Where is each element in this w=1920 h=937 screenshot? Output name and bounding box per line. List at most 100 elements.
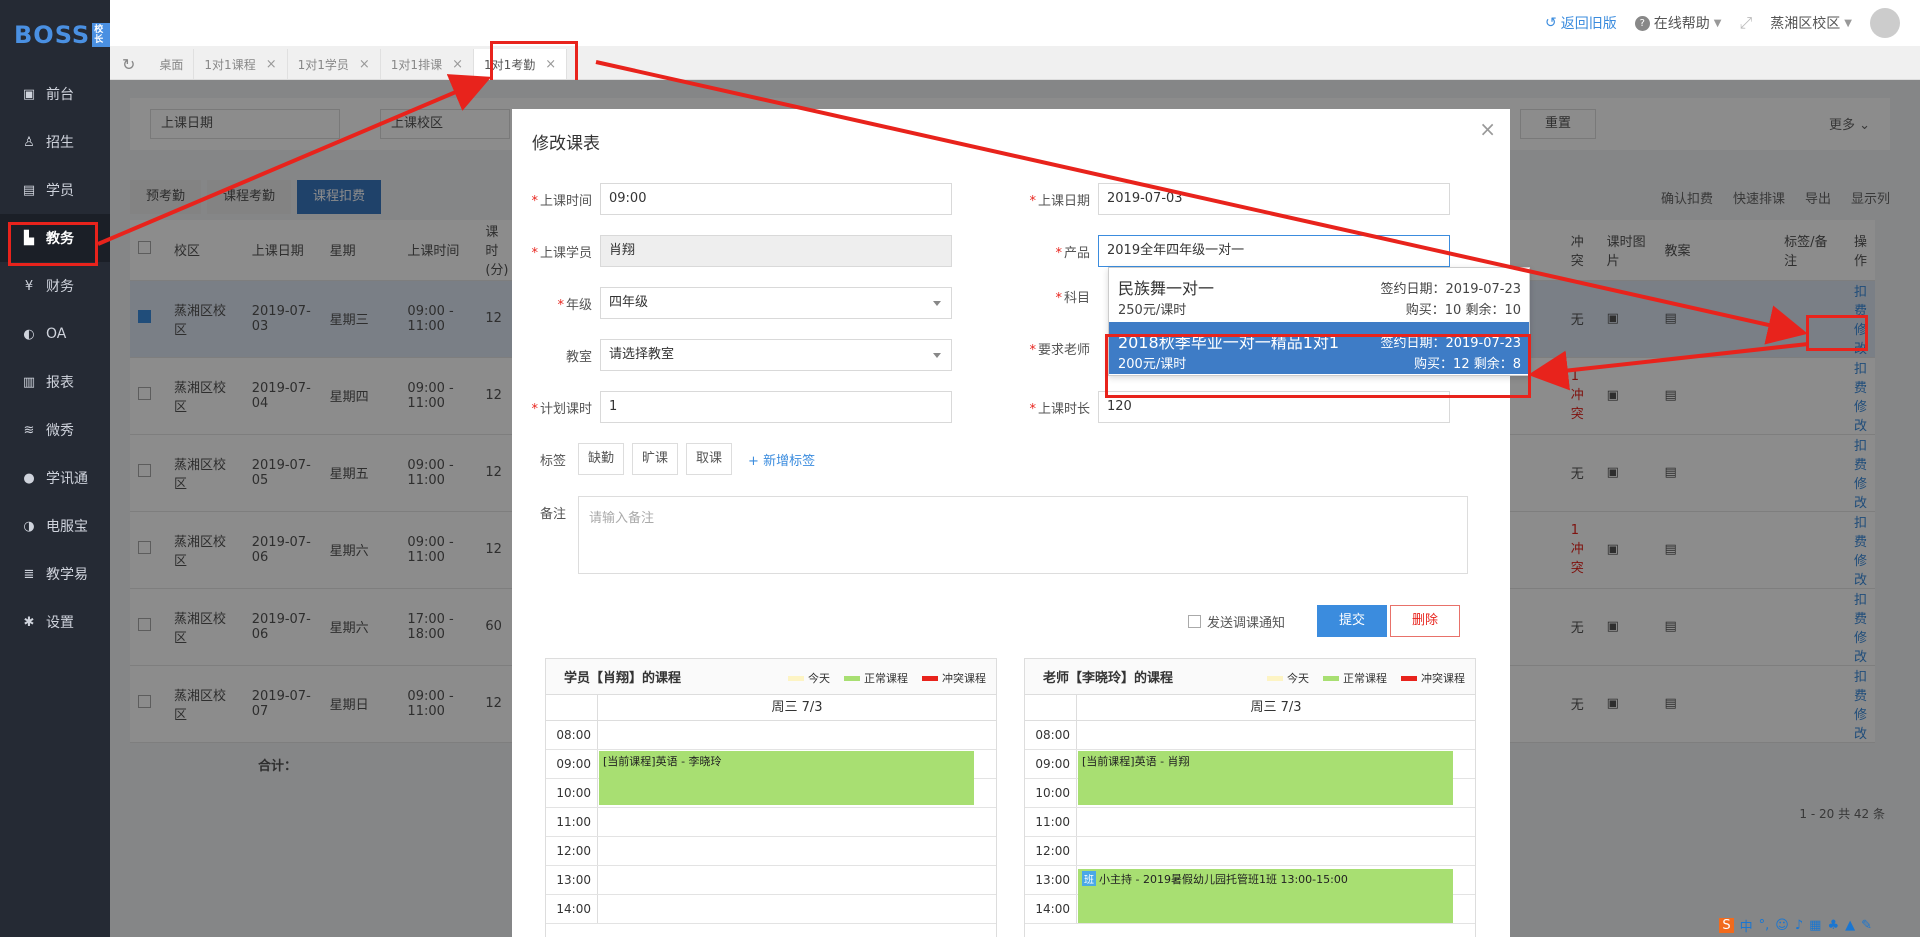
calendar-icon: ▣ [22,86,36,102]
sidebar-item-settings[interactable]: ✱ 设置 [0,598,110,646]
tag-cancel[interactable]: 取课 [686,443,733,475]
notify-checkbox[interactable]: 发送调课通知 [1188,612,1285,631]
tab-1v1-course[interactable]: 1对1课程 × [194,49,288,79]
sidebar-item-students[interactable]: ▤ 学员 [0,166,110,214]
annotation-box-sidebar [8,222,98,266]
teacher-schedule: 老师【李晓玲】的课程 今天 正常课程 冲突课程 周三 7/3 08:00 09:… [1024,658,1476,937]
avatar[interactable] [1870,8,1900,38]
field-grade: * 年级 四年级 [512,287,952,319]
tag-absent[interactable]: 缺勤 [578,443,625,475]
skin-icon: ♣ [1827,918,1840,933]
field-student: * 上课学员 肖翔 [512,235,952,267]
product-input[interactable]: 2019全年四年级一对一 [1098,235,1450,267]
ime-punct-icon: °, [1758,918,1770,933]
legend: 今天 正常课程 冲突课程 [1267,670,1465,686]
logo: BOSS 校长 [0,0,110,70]
sidebar-item-front[interactable]: ▣ 前台 [0,70,110,118]
refresh-icon[interactable]: ↻ [122,49,135,79]
schedule-event[interactable]: [当前课程]英语 - 李晓玲 [599,751,974,805]
legend-normal: 正常课程 [1323,670,1387,686]
tab-1v1-schedule[interactable]: 1对1排课 × [381,49,474,79]
product-option[interactable]: 民族舞一对一 签约日期：2019-07-23 250元/课时 购买：10 剩余：… [1109,268,1529,320]
undo-icon: ↺ [1545,15,1557,31]
gear-icon: ✱ [23,614,35,630]
keyboard-icon: ▦ [1809,918,1822,933]
close-icon[interactable]: × [1479,117,1496,141]
delete-button[interactable]: 删除 [1390,605,1460,637]
back-old-version-link[interactable]: ↺ 返回旧版 [1545,13,1617,33]
field-plan-hours: * 计划课时 1 [512,391,952,423]
tabs-bar: ↻ 桌面 1对1课程 × 1对1学员 × 1对1排课 × 1对1考勤 × [110,46,1920,80]
field-class-date: * 上课日期 2019-07-03 [1010,183,1450,215]
annotation-box-product [1105,334,1531,398]
help-icon: ? [1634,15,1650,31]
sidebar-item-jiaoxueyi[interactable]: ≣ 教学易 [0,550,110,598]
toggle-icon: ◐ [23,326,35,342]
edit-schedule-modal: 修改课表 × * 上课时间 09:00 * 上课日期 2019-07-03 * 上课学… [512,109,1510,937]
remark-textarea[interactable]: 请输入备注 [578,496,1468,574]
legend-today: 今天 [1267,670,1309,686]
teacher-schedule-title: 老师【李晓玲】的课程 [1043,671,1174,686]
location-icon: ● [23,470,35,486]
day-header: 周三 7/3 [1250,700,1302,715]
online-help-menu[interactable]: ? 在线帮助 ▼ [1634,13,1722,33]
class-time-input[interactable]: 09:00 [600,183,952,215]
day-header: 周三 7/3 [771,700,823,715]
schedule-event[interactable]: 班小主持 - 2019暑假幼儿园托管班1班 13:00-15:00 [1078,869,1453,923]
add-tag-link[interactable]: + 新增标签 [748,450,815,469]
smile-icon: ☺ [1775,918,1789,933]
annotation-box-edit [1806,315,1868,351]
student-schedule: 学员【肖翔】的课程 今天 正常课程 冲突课程 周三 7/3 08:00 09:0… [545,658,997,937]
plan-hours-input[interactable]: 1 [600,391,952,423]
tag-truant[interactable]: 旷课 [632,443,679,475]
top-bar: ↺ 返回旧版 ? 在线帮助 ▼ ⤢ 蒸湘区校区 ▼ [110,0,1920,46]
tab-desktop[interactable]: 桌面 [149,49,195,79]
grade-select[interactable]: 四年级 [600,287,952,319]
submit-button[interactable]: 提交 [1317,605,1387,637]
sidebar-item-xuexuntong[interactable]: ● 学讯通 [0,454,110,502]
sidebar-item-oa[interactable]: ◐ OA [0,310,110,358]
annotation-box-tab [490,41,578,84]
yen-icon: ¥ [24,278,34,294]
field-class-time: * 上课时间 09:00 [512,183,952,215]
field-room: 教室 请选择教室 [512,339,952,371]
legend-normal: 正常课程 [844,670,908,686]
close-icon[interactable]: × [266,57,277,72]
legend: 今天 正常课程 冲突课程 [788,670,986,686]
field-teacher: * 要求老师 [1029,343,1090,358]
student-icon: ▤ [22,182,36,198]
shirt-icon: ▲ [1845,918,1856,933]
fullscreen-icon[interactable]: ⤢ [1739,13,1752,33]
legend-conflict: 冲突课程 [922,670,986,686]
class-date-input[interactable]: 2019-07-03 [1098,183,1450,215]
remark-label: 备注 [540,507,567,522]
tags-row: 标签 缺勤 旷课 取课 + 新增标签 [540,443,815,475]
close-icon[interactable]: × [359,57,370,72]
sidebar-item-reports[interactable]: ▥ 报表 [0,358,110,406]
ime-logo-icon: S [1719,918,1734,933]
legend-conflict: 冲突课程 [1401,670,1465,686]
user-plus-icon: ♙ [23,134,35,150]
caret-down-icon: ▼ [1844,17,1852,29]
ime-chinese-icon: 中 [1739,920,1753,935]
wechat-icon: ≋ [23,422,35,438]
room-select[interactable]: 请选择教室 [600,339,952,371]
caret-down-icon: ▼ [1713,17,1722,29]
sidebar-item-finance[interactable]: ¥ 财务 [0,262,110,310]
sidebar-item-enroll[interactable]: ♙ 招生 [0,118,110,166]
phone-icon: ◑ [23,518,35,534]
campus-selector[interactable]: 蒸湘区校区 ▼ [1770,13,1852,33]
modal-title: 修改课表 [532,134,600,154]
wrench-icon: ✎ [1861,918,1872,933]
close-icon[interactable]: × [452,57,463,72]
class-badge: 班 [1082,871,1096,886]
student-input: 肖翔 [600,235,952,267]
tab-1v1-student[interactable]: 1对1学员 × [288,49,381,79]
sidebar-item-weixiu[interactable]: ≋ 微秀 [0,406,110,454]
ime-toolbar[interactable]: S 中 °, ☺ ♪ ▦ ♣ ▲ ✎ [1719,916,1872,935]
mic-icon: ♪ [1794,918,1804,933]
app-root: BOSS 校长 ▣ 前台 ♙ 招生 ▤ 学员 ▙ 教务 ¥ 财务 ◐ OA ▥ 报表 ≋ 微秀 ●… [0,0,1920,937]
sidebar: BOSS 校长 ▣ 前台 ♙ 招生 ▤ 学员 ▙ 教务 ¥ 财务 ◐ OA ▥ 报表 ≋ 微秀 ●… [0,0,110,937]
schedule-event[interactable]: [当前课程]英语 - 肖翔 [1078,751,1453,805]
sidebar-item-dianfubao[interactable]: ◑ 电服宝 [0,502,110,550]
